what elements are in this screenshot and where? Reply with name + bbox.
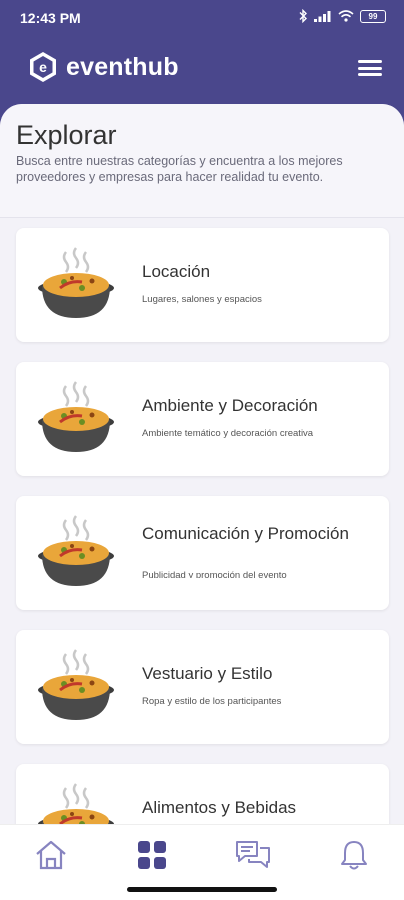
category-card-alimentos[interactable]: Alimentos y Bebidas [16, 764, 389, 824]
bell-icon [340, 840, 367, 869]
category-description: Lugares, salones y espacios [142, 294, 262, 305]
status-bar: 12:43 PM 99 [0, 0, 404, 36]
bluetooth-icon [299, 9, 307, 23]
category-title: Locación [142, 262, 211, 281]
nav-categories[interactable] [127, 830, 177, 880]
menu-line [358, 66, 382, 70]
page-subtitle: Busca entre nuestras categorías y encuen… [16, 154, 343, 184]
main-content[interactable]: Explorar Busca entre nuestras categorías… [0, 104, 404, 824]
category-card-ambiente[interactable]: Ambiente y Decoración Ambiente temático … [16, 362, 389, 476]
brand-name: eventhub [66, 52, 179, 81]
grid-icon [137, 840, 166, 869]
food-pot-icon [38, 649, 114, 720]
status-icons: 99 [298, 9, 386, 23]
category-card-comunicacion[interactable]: Comunicación y Promoción Publicidad y pr… [16, 496, 389, 610]
category-card-locacion[interactable]: Locación Lugares, salones y espacios [16, 228, 389, 342]
food-pot-icon [38, 515, 114, 586]
logo-letter: e [39, 59, 47, 75]
nav-home[interactable] [26, 830, 76, 880]
home-indicator[interactable] [127, 887, 277, 892]
app-header: e eventhub [0, 36, 404, 106]
hamburger-menu-button[interactable] [358, 58, 382, 78]
category-description: Publicidad y promoción del evento [142, 570, 287, 578]
category-title: Vestuario y Estilo [142, 664, 273, 683]
category-description: Ambiente temático y decoración creativa [142, 428, 314, 439]
battery-icon: 99 [360, 9, 386, 23]
category-title: Alimentos y Bebidas [142, 798, 297, 817]
bottom-nav [0, 824, 404, 884]
menu-line [358, 73, 382, 76]
food-pot-icon [38, 247, 114, 318]
category-description: Ropa y estilo de los participantes [142, 696, 282, 707]
food-pot-icon [38, 783, 114, 824]
chat-icon [235, 840, 270, 868]
home-icon [35, 840, 66, 869]
menu-line [358, 60, 382, 63]
page-title: Explorar [16, 120, 117, 150]
wifi-icon [338, 10, 354, 22]
category-card-vestuario[interactable]: Vestuario y Estilo Ropa y estilo de los … [16, 630, 389, 744]
nav-notifications[interactable] [329, 830, 379, 880]
category-title: Ambiente y Decoración [142, 396, 318, 415]
logo-hexagon-icon: e [30, 52, 56, 82]
food-pot-icon [38, 381, 114, 452]
explore-intro: Explorar Busca entre nuestras categorías… [0, 104, 404, 218]
status-time: 12:43 PM [20, 10, 81, 26]
category-title: Comunicación y Promoción [142, 524, 349, 543]
nav-messages[interactable] [228, 830, 278, 880]
app-logo[interactable]: e eventhub [28, 51, 179, 83]
signal-icon [314, 11, 331, 22]
